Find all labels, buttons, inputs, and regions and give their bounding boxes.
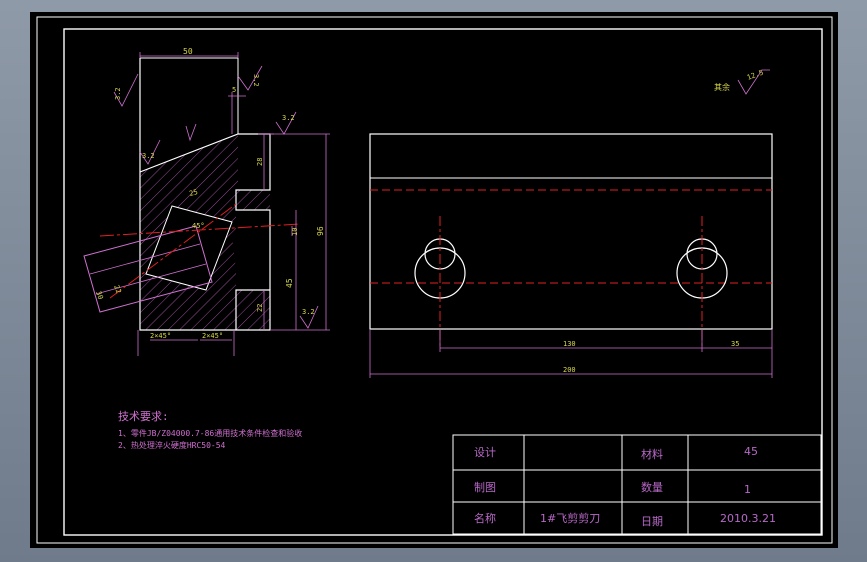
cad-canvas: 50 5 28 96 45 22 10 25 45° 30 22 2×45° 2… [0,0,867,562]
dim-angle-45: 45° [192,222,205,230]
tb-quantity-value: 1 [744,483,751,496]
dim-200: 200 [563,366,576,374]
tb-drawing-label: 制图 [474,481,496,494]
tb-material-label: 材料 [641,447,663,461]
dim-45: 45 [285,278,294,288]
dim-35: 35 [731,340,739,348]
dim-5: 5 [232,86,236,94]
dim-28: 28 [256,158,264,166]
notes-line-2: 2、热处理淬火硬度HRC50-54 [118,440,226,450]
tb-name-value: 1#飞剪剪刀 [540,511,600,525]
tb-material-value: 45 [744,445,758,458]
tb-quantity-label: 数量 [641,481,663,494]
notes-line-1: 1、零件JB/Z04000.7-86通用技术条件检查和验收 [118,428,302,438]
roughness-32-b: 3.2 [252,74,260,87]
roughness-general-label: 其余 [714,82,730,92]
chamfer-left: 2×45° [150,332,171,340]
dim-22: 22 [256,304,264,312]
tb-name-label: 名称 [474,511,496,525]
roughness-32-e: 3.2 [302,308,315,316]
dim-50: 50 [183,47,193,56]
roughness-32-c: 3.2 [282,114,295,122]
roughness-32-a: 3.2 [114,87,122,100]
notes-heading: 技术要求: [118,410,169,423]
chamfer-right: 2×45° [202,332,223,340]
cad-drawing: 50 5 28 96 45 22 10 25 45° 30 22 2×45° 2… [30,12,838,548]
roughness-32-d: 3.2 [142,152,155,160]
tb-date-value: 2010.3.21 [720,512,776,525]
dim-10: 10 [291,228,299,236]
dim-96: 96 [316,226,325,236]
tb-date-label: 日期 [641,515,663,528]
tb-design-label: 设计 [474,446,496,459]
dim-130: 130 [563,340,576,348]
